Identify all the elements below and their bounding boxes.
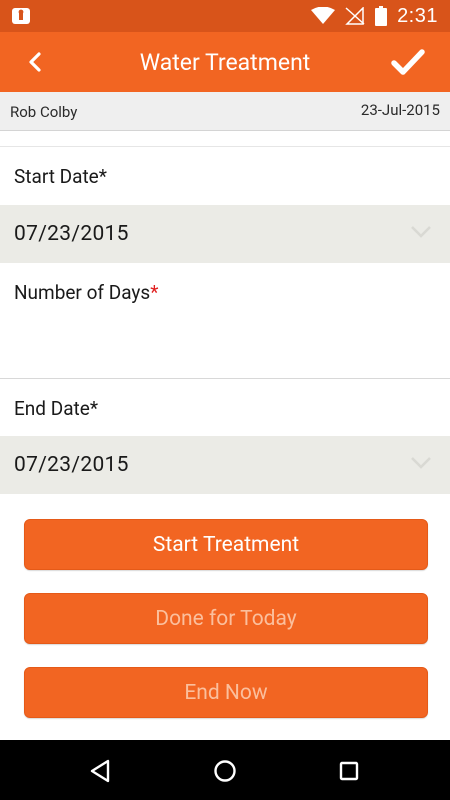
app-bar: Water Treatment bbox=[0, 32, 450, 92]
wifi-icon bbox=[311, 7, 336, 24]
number-of-days-input[interactable] bbox=[0, 320, 450, 379]
user-name: Rob Colby bbox=[10, 103, 78, 121]
required-marker: * bbox=[98, 164, 107, 188]
chevron-down-icon bbox=[411, 457, 431, 469]
required-marker: * bbox=[89, 396, 99, 420]
clock: 2:31 bbox=[397, 4, 438, 27]
required-marker: * bbox=[150, 280, 159, 304]
start-treatment-button[interactable]: Start Treatment bbox=[24, 519, 428, 570]
spacer bbox=[0, 131, 450, 147]
back-triangle-icon[interactable] bbox=[88, 758, 114, 784]
start-date-label: Start Date* bbox=[14, 164, 107, 188]
current-date: 23-Jul-2015 bbox=[360, 101, 440, 119]
end-date-value: 07/23/2015 bbox=[14, 453, 129, 477]
recents-square-icon[interactable] bbox=[336, 758, 362, 784]
number-of-days-label-row: Number of Days* bbox=[0, 263, 450, 321]
end-date-picker[interactable]: 07/23/2015 bbox=[0, 436, 450, 494]
done-for-today-button[interactable]: Done for Today bbox=[24, 593, 428, 644]
checkmark-icon bbox=[391, 49, 425, 75]
number-of-days-label: Number of Days* bbox=[14, 280, 159, 304]
home-circle-icon[interactable] bbox=[212, 758, 238, 784]
chevron-down-icon bbox=[411, 226, 431, 238]
notification-icon bbox=[12, 8, 30, 24]
start-date-picker[interactable]: 07/23/2015 bbox=[0, 205, 450, 263]
system-nav-bar bbox=[0, 740, 450, 800]
end-date-label: End Date* bbox=[14, 396, 99, 420]
end-now-button[interactable]: End Now bbox=[24, 667, 428, 718]
user-info-bar: Rob Colby 23-Jul-2015 bbox=[0, 92, 450, 131]
confirm-button[interactable] bbox=[390, 45, 426, 79]
end-date-label-row: End Date* bbox=[0, 379, 450, 437]
start-date-value: 07/23/2015 bbox=[14, 222, 129, 246]
start-date-label-row: Start Date* bbox=[0, 147, 450, 205]
no-signal-icon bbox=[345, 7, 365, 25]
battery-icon bbox=[375, 6, 388, 26]
status-bar: 2:31 bbox=[0, 0, 450, 32]
page-title: Water Treatment bbox=[139, 48, 311, 76]
